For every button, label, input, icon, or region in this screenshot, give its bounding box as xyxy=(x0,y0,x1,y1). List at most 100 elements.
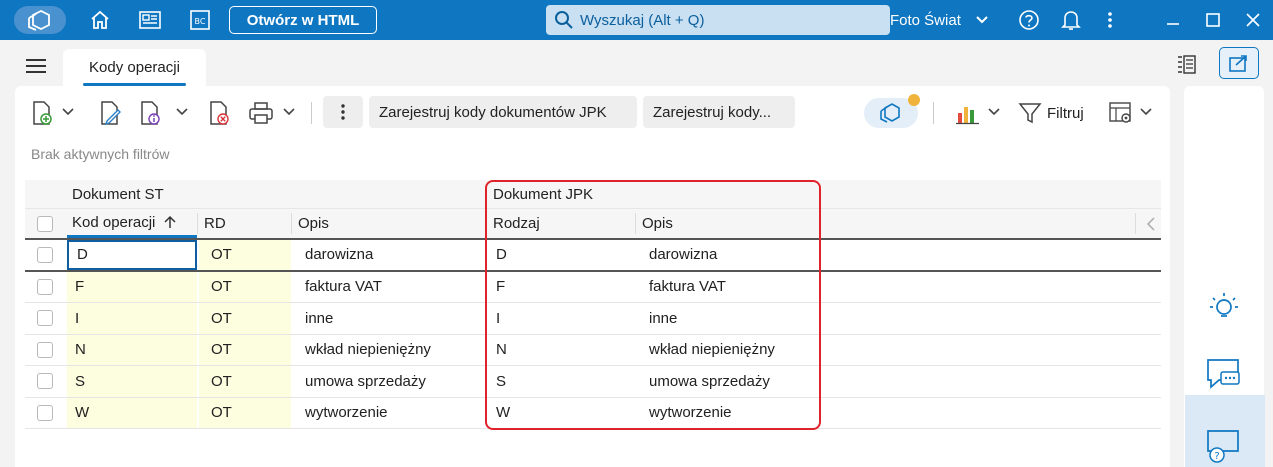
group-header-dokument-jpk: Dokument JPK xyxy=(493,185,594,203)
cell-opis-st[interactable]: darowizna xyxy=(293,240,486,270)
close-icon[interactable] xyxy=(1240,0,1266,40)
column-header-opis-st[interactable]: Opis xyxy=(293,209,329,238)
cell-opis-st[interactable]: inne xyxy=(293,303,486,334)
cell-rodzaj[interactable]: N xyxy=(488,335,635,366)
open-in-html-button[interactable]: Otwórz w HTML xyxy=(229,6,377,34)
chevron-down-icon[interactable] xyxy=(61,104,75,120)
minimize-icon[interactable] xyxy=(1160,0,1186,40)
bar-chart-icon[interactable] xyxy=(953,98,983,128)
search-box[interactable]: Wyszukaj (Alt + Q) xyxy=(546,5,890,35)
row-checkbox[interactable] xyxy=(37,341,53,358)
row-checkbox-cell[interactable] xyxy=(25,335,65,366)
cell-rodzaj[interactable]: S xyxy=(488,366,635,397)
group-header-dokument-st: Dokument ST xyxy=(72,185,164,203)
delete-document-icon[interactable] xyxy=(204,98,234,128)
table-row[interactable]: F OT faktura VAT Ffaktura VAT xyxy=(25,271,1161,303)
chat-icon[interactable] xyxy=(1204,354,1244,394)
cell-kod-operacji[interactable]: W xyxy=(67,397,197,428)
view-settings-icon[interactable] xyxy=(1106,98,1136,128)
home-icon[interactable] xyxy=(86,0,114,40)
column-header-rodzaj[interactable]: Rodzaj xyxy=(488,209,540,238)
cell-opis-jpk[interactable]: faktura VAT xyxy=(637,272,837,303)
print-icon[interactable] xyxy=(246,98,276,128)
row-checkbox[interactable] xyxy=(37,278,53,295)
cell-opis-jpk[interactable]: wytworzenie xyxy=(637,398,837,429)
row-checkbox-cell[interactable] xyxy=(25,366,65,397)
more-options-icon[interactable] xyxy=(1100,0,1120,40)
news-icon[interactable] xyxy=(136,0,164,40)
app-logo-icon xyxy=(28,9,50,31)
business-central-icon[interactable]: BC xyxy=(186,0,214,40)
cell-rodzaj[interactable]: D xyxy=(488,240,635,270)
cell-rd[interactable]: OT xyxy=(199,334,291,365)
cell-opis-jpk[interactable]: umowa sprzedaży xyxy=(637,366,837,397)
select-all-checkbox-cell[interactable] xyxy=(25,209,65,238)
cell-kod-operacji[interactable]: N xyxy=(67,334,197,365)
row-checkbox-cell[interactable] xyxy=(25,398,65,429)
cell-rd[interactable]: OT xyxy=(199,303,291,334)
cell-rodzaj[interactable]: F xyxy=(488,272,635,303)
column-header-row: Kod operacji RD Opis Rodzaj Opis xyxy=(25,209,1161,240)
filter-button[interactable]: Filtruj xyxy=(1018,98,1094,128)
help-chat-icon[interactable]: ? xyxy=(1203,429,1243,465)
edit-document-icon[interactable] xyxy=(95,98,125,128)
chevron-down-icon xyxy=(976,16,988,24)
chevron-down-icon[interactable] xyxy=(282,104,296,120)
cell-kod-operacji[interactable]: S xyxy=(67,366,197,397)
row-checkbox[interactable] xyxy=(37,404,53,421)
table-row[interactable]: W OT wytworzenie Wwytworzenie xyxy=(25,397,1161,429)
cell-opis-st[interactable]: umowa sprzedaży xyxy=(293,366,486,397)
row-checkbox[interactable] xyxy=(37,373,53,390)
list-view-icon[interactable] xyxy=(1172,50,1200,78)
column-header-opis-jpk[interactable]: Opis xyxy=(637,209,673,238)
cell-opis-jpk[interactable]: darowizna xyxy=(637,240,837,270)
more-actions-button[interactable] xyxy=(323,96,363,128)
chevron-down-icon[interactable] xyxy=(987,104,1001,120)
toolbar-divider xyxy=(311,102,312,124)
cell-rodzaj[interactable]: I xyxy=(488,303,635,334)
cell-rd[interactable]: OT xyxy=(199,271,291,302)
help-icon[interactable] xyxy=(1016,0,1042,40)
cell-opis-st[interactable]: wkład niepieniężny xyxy=(293,335,486,366)
chevron-down-icon[interactable] xyxy=(175,104,189,120)
register-codes-button[interactable]: Zarejestruj kody... xyxy=(643,96,795,128)
row-checkbox-cell[interactable] xyxy=(25,303,65,334)
cell-kod-operacji[interactable]: I xyxy=(67,303,197,334)
maximize-icon[interactable] xyxy=(1200,0,1226,40)
lightbulb-icon[interactable] xyxy=(1206,288,1242,324)
register-jpk-codes-button[interactable]: Zarejestruj kody dokumentów JPK xyxy=(369,96,637,128)
cell-kod-operacji[interactable]: D xyxy=(67,240,197,270)
column-header-rd[interactable]: RD xyxy=(199,209,226,238)
document-info-icon[interactable] xyxy=(135,98,165,128)
tab-kody-operacji[interactable]: Kody operacji xyxy=(63,49,206,86)
cell-rodzaj[interactable]: W xyxy=(488,398,635,429)
company-name: Foto Świat xyxy=(890,11,961,29)
cell-rd[interactable]: OT xyxy=(199,240,291,270)
notifications-bell-icon[interactable] xyxy=(1058,0,1084,40)
cell-opis-st[interactable]: wytworzenie xyxy=(293,398,486,429)
cell-rd[interactable]: OT xyxy=(199,366,291,397)
cell-opis-jpk[interactable]: inne xyxy=(637,303,837,334)
cell-rd[interactable]: OT xyxy=(199,397,291,428)
scroll-left-chevron-icon[interactable] xyxy=(1141,209,1156,238)
table-row[interactable]: N OT wkład niepieniężny Nwkład niepieniężny xyxy=(25,334,1161,366)
hamburger-menu-icon[interactable] xyxy=(22,52,50,80)
cell-opis-st[interactable]: faktura VAT xyxy=(293,272,486,303)
cell-kod-operacji[interactable]: F xyxy=(67,271,197,302)
table-row[interactable]: D OT darowizna Ddarowizna xyxy=(25,240,1161,272)
row-checkbox-cell[interactable] xyxy=(25,240,65,270)
app-logo-button[interactable] xyxy=(14,6,66,34)
table-row[interactable]: S OT umowa sprzedaży Sumowa sprzedaży xyxy=(25,366,1161,398)
row-checkbox[interactable] xyxy=(37,246,53,263)
select-all-checkbox[interactable] xyxy=(37,215,53,232)
toolbar-divider xyxy=(933,102,934,124)
table-row[interactable]: I OT inne Iinne xyxy=(25,303,1161,335)
chevron-down-icon[interactable] xyxy=(1139,104,1153,120)
share-button[interactable] xyxy=(1219,47,1259,79)
new-document-icon[interactable] xyxy=(27,98,57,128)
row-checkbox[interactable] xyxy=(37,310,53,327)
cell-opis-jpk[interactable]: wkład niepieniężny xyxy=(637,335,837,366)
company-selector[interactable]: Foto Świat xyxy=(890,0,989,40)
column-header-kod-operacji[interactable]: Kod operacji xyxy=(67,209,197,238)
row-checkbox-cell[interactable] xyxy=(25,272,65,303)
